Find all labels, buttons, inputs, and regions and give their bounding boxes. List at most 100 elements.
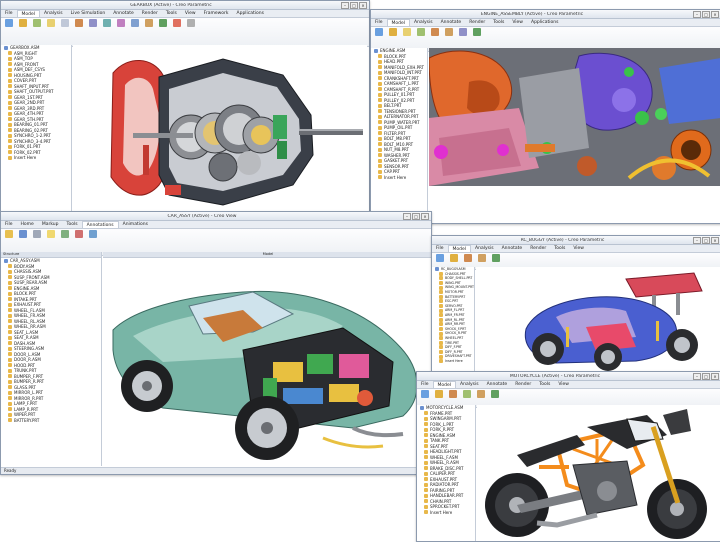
extrude-button[interactable] [73,19,84,28]
regenerate-button[interactable] [434,254,445,263]
tab-view[interactable]: View [508,19,527,26]
close-icon[interactable]: × [421,212,429,220]
gearbox-viewport[interactable] [73,45,367,215]
tab-tools[interactable]: Tools [162,10,181,17]
tab-model[interactable]: Model [447,245,472,252]
assemble-button[interactable] [387,28,398,37]
tab-render[interactable]: Render [511,381,535,388]
tab-annotate[interactable]: Annotate [109,10,138,17]
tab-annotate[interactable]: Annotate [437,19,466,26]
car-window-controls[interactable]: – □ × [403,212,429,220]
tab-file[interactable]: File [417,381,433,388]
tree-item[interactable]: Insert Here [1,155,71,161]
dimension-button[interactable] [59,230,70,239]
minimize-icon[interactable]: – [693,372,701,380]
regenerate-button[interactable] [373,28,384,37]
tab-render[interactable]: Render [526,245,550,252]
car-viewport[interactable]: Model [103,252,431,466]
maximize-icon[interactable]: □ [350,1,358,9]
minimize-icon[interactable]: – [341,1,349,9]
close-icon[interactable]: × [711,236,719,244]
tab-file[interactable]: File [371,19,387,26]
display-button[interactable] [457,28,468,37]
regenerate-button[interactable] [419,390,430,399]
tree-item[interactable]: Insert Here [417,510,475,516]
save-button[interactable] [17,230,28,239]
print-button[interactable] [31,230,42,239]
engine-viewport[interactable] [429,48,720,186]
regenerate-button[interactable] [3,19,14,28]
moto-viewport[interactable] [477,405,720,541]
assemble-button[interactable] [448,254,459,263]
component-button[interactable] [471,28,482,37]
tab-model[interactable]: Model [386,19,411,26]
component-button[interactable] [489,390,500,399]
tab-view[interactable]: View [181,10,200,17]
tab-annotations[interactable]: Annotations [81,221,119,228]
tab-annotate[interactable]: Annotate [498,245,527,252]
measure-button[interactable] [476,254,487,263]
open-button[interactable] [3,230,14,239]
extrude-button[interactable] [429,28,440,37]
family-table-button[interactable] [185,19,196,28]
tab-animations[interactable]: Animations [119,221,152,228]
tree-item[interactable]: BATTERY.PRT [1,418,101,424]
tab-home[interactable]: Home [17,221,38,228]
tab-tools[interactable]: Tools [63,221,82,228]
tab-render[interactable]: Render [465,19,489,26]
tree-item[interactable]: Insert Here [432,359,474,364]
extrude-button[interactable] [447,390,458,399]
maximize-icon[interactable]: □ [412,212,420,220]
plane-button[interactable] [401,28,412,37]
tab-analysis[interactable]: Analysis [456,381,483,388]
round-button[interactable] [101,19,112,28]
tab-model[interactable]: Model [432,381,457,388]
plane-button[interactable] [45,19,56,28]
tab-view[interactable]: View [554,381,573,388]
gearbox-window-controls[interactable]: – □ × [341,1,367,9]
close-icon[interactable]: × [711,10,719,18]
assemble-button[interactable] [17,19,28,28]
tab-file[interactable]: File [1,10,17,17]
maximize-icon[interactable]: □ [702,236,710,244]
tab-analysis[interactable]: Analysis [40,10,67,17]
tab-file[interactable]: File [432,245,448,252]
moto-window-controls[interactable]: – □ × [693,372,719,380]
note-button[interactable] [45,230,56,239]
minimize-icon[interactable]: – [693,10,701,18]
tab-analysis[interactable]: Analysis [410,19,437,26]
tab-markup[interactable]: Markup [38,221,63,228]
measure-button[interactable] [443,28,454,37]
buggy-window-controls[interactable]: – □ × [693,236,719,244]
close-icon[interactable]: × [359,1,367,9]
tree-item[interactable]: Insert Here [371,175,427,181]
hole-button[interactable] [87,19,98,28]
explode-button[interactable] [171,19,182,28]
minimize-icon[interactable]: – [693,236,701,244]
create-button[interactable] [31,19,42,28]
tab-applications[interactable]: Applications [527,19,563,26]
measure-button[interactable] [475,390,486,399]
sketch-button[interactable] [415,28,426,37]
tab-render[interactable]: Render [138,10,162,17]
tab-model[interactable]: Model [16,10,41,17]
tab-analysis[interactable]: Analysis [471,245,498,252]
tab-tools[interactable]: Tools [489,19,508,26]
component-button[interactable] [157,19,168,28]
tab-tools[interactable]: Tools [550,245,569,252]
minimize-icon[interactable]: – [403,212,411,220]
view-button[interactable] [87,230,98,239]
close-icon[interactable]: × [711,372,719,380]
maximize-icon[interactable]: □ [702,372,710,380]
tab-applications[interactable]: Applications [233,10,269,17]
tab-framework[interactable]: Framework [200,10,233,17]
tab-tools[interactable]: Tools [535,381,554,388]
component-button[interactable] [490,254,501,263]
mirror-button[interactable] [129,19,140,28]
pattern-button[interactable] [115,19,126,28]
tab-view[interactable]: View [569,245,588,252]
assemble-button[interactable] [433,390,444,399]
sweep-button[interactable] [461,390,472,399]
axis-button[interactable] [59,19,70,28]
measure-button[interactable] [143,19,154,28]
